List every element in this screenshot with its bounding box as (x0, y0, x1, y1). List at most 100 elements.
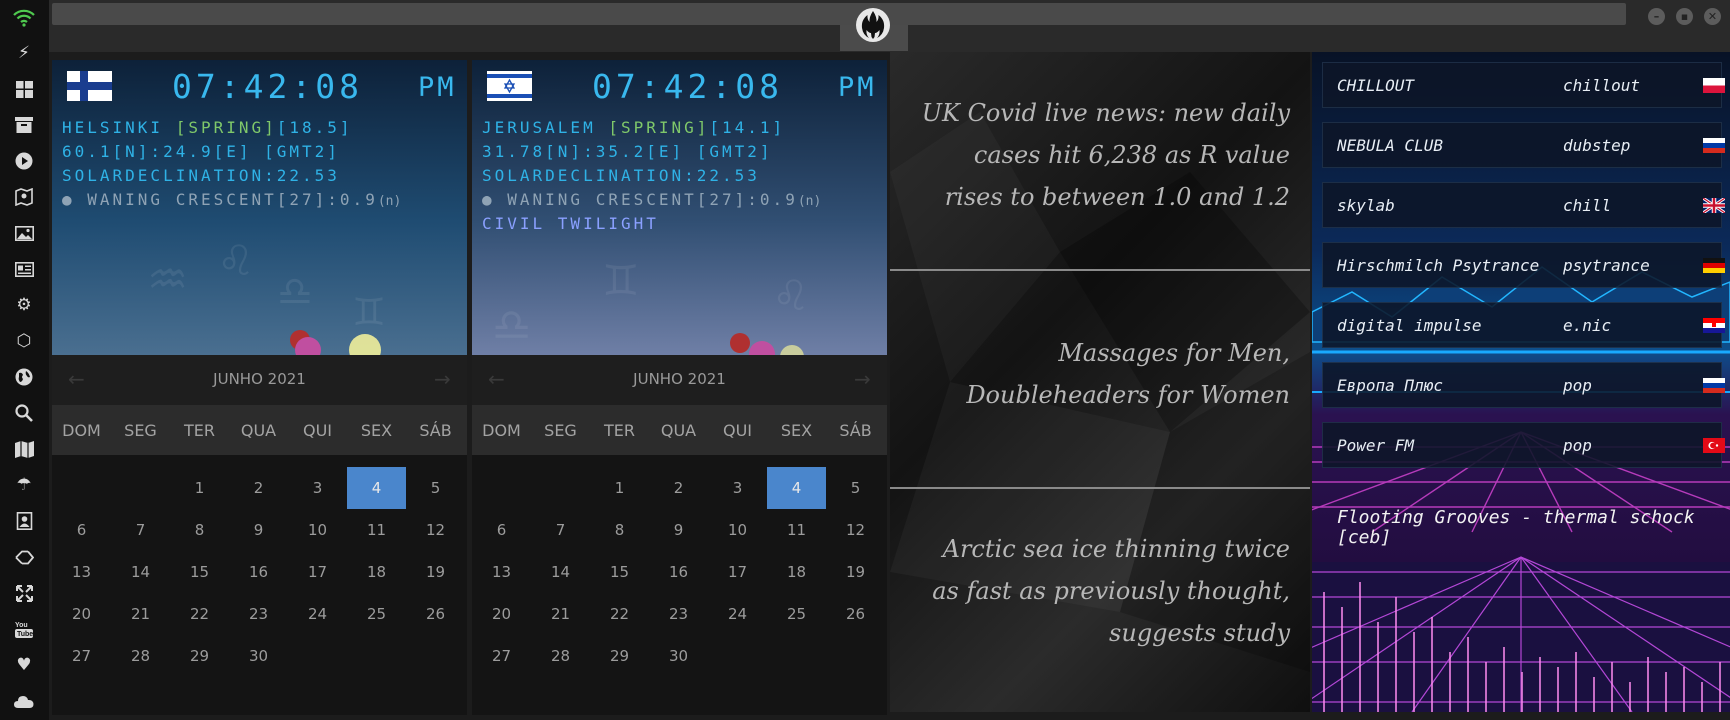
calendar-day-selected[interactable]: 4 (767, 467, 826, 509)
map-icon[interactable] (12, 437, 36, 461)
calendar-day[interactable]: 10 (288, 509, 347, 551)
calendar-day[interactable]: 20 (472, 593, 531, 635)
umbrella-icon[interactable]: ☂ (12, 473, 36, 497)
maximize-button[interactable]: ▪ (1676, 8, 1693, 25)
lightning-icon[interactable]: ⚡ (12, 41, 36, 65)
archive-icon[interactable] (12, 113, 36, 137)
calendar-day[interactable]: 1 (170, 467, 229, 509)
calendar-day[interactable]: 12 (826, 509, 885, 551)
calendar-day[interactable]: 21 (531, 593, 590, 635)
cloud-icon[interactable] (12, 689, 36, 713)
calendar-day[interactable]: 6 (472, 509, 531, 551)
calendar-day[interactable]: 22 (590, 593, 649, 635)
news-headline[interactable]: Arctic sea ice thinning twice as fast as… (910, 528, 1290, 654)
settings-gear-icon[interactable]: ⚙ (12, 293, 36, 317)
news-headline[interactable]: UK Covid live news: new daily cases hit … (910, 92, 1290, 218)
calendar-day[interactable]: 7 (111, 509, 170, 551)
calendar-day[interactable]: 11 (767, 509, 826, 551)
calendar-day[interactable]: 3 (288, 467, 347, 509)
next-month-arrow-icon[interactable]: → (854, 367, 871, 391)
tag-icon[interactable] (12, 545, 36, 569)
wifi-icon[interactable] (12, 6, 36, 30)
calendar-day[interactable]: 28 (531, 635, 590, 677)
calendar-day[interactable]: 12 (406, 509, 465, 551)
close-button[interactable]: ✕ (1704, 8, 1721, 25)
calendar-day[interactable]: 28 (111, 635, 170, 677)
calendar-day[interactable]: 7 (531, 509, 590, 551)
turkey-flag-icon (1703, 438, 1725, 453)
contacts-icon[interactable] (12, 509, 36, 533)
youtube-icon[interactable]: You Tube (12, 617, 36, 641)
radio-station-item[interactable]: NEBULA CLUB dubstep (1322, 122, 1725, 168)
calendar-day[interactable]: 8 (170, 509, 229, 551)
calendar-day[interactable]: 22 (170, 593, 229, 635)
expand-icon[interactable] (12, 581, 36, 605)
calendar-day[interactable]: 14 (531, 551, 590, 593)
calendar-day[interactable]: 9 (649, 509, 708, 551)
calendar-day[interactable]: 5 (826, 467, 885, 509)
calendar-day[interactable]: 21 (111, 593, 170, 635)
calendar-day[interactable]: 16 (649, 551, 708, 593)
calendar-day[interactable]: 27 (52, 635, 111, 677)
radio-station-item[interactable]: Hirschmilch Psytrance psytrance (1322, 242, 1725, 288)
calendar-day[interactable]: 9 (229, 509, 288, 551)
search-icon[interactable] (12, 401, 36, 425)
calendar-day[interactable]: 29 (170, 635, 229, 677)
calendar-day[interactable]: 14 (111, 551, 170, 593)
radio-station-item[interactable]: skylab chill (1322, 182, 1725, 228)
calendar-day[interactable]: 26 (826, 593, 885, 635)
calendar-day[interactable]: 2 (229, 467, 288, 509)
calendar-day[interactable]: 23 (229, 593, 288, 635)
radio-station-item[interactable]: Power FM pop (1322, 422, 1725, 468)
image-icon[interactable] (12, 221, 36, 245)
calendar-day[interactable]: 2 (649, 467, 708, 509)
radio-station-item[interactable]: CHILLOUT chillout (1322, 62, 1725, 108)
minimize-button[interactable]: – (1648, 8, 1665, 25)
calendar-day[interactable]: 11 (347, 509, 406, 551)
calendar-day[interactable]: 6 (52, 509, 111, 551)
calendar-day[interactable]: 18 (347, 551, 406, 593)
calendar-day[interactable]: 23 (649, 593, 708, 635)
calendar-day[interactable]: 13 (472, 551, 531, 593)
zodiac-glyph: ♊ (602, 256, 640, 305)
calendar-day[interactable]: 26 (406, 593, 465, 635)
astro-decoration: ♒ ♌ ♎ ♊ (147, 236, 386, 355)
weekday-label: SEG (544, 421, 577, 440)
rebel-alliance-logo-icon[interactable] (855, 7, 891, 43)
radio-station-item[interactable]: digital impulse e.nic (1322, 302, 1725, 348)
calendar-day[interactable]: 5 (406, 467, 465, 509)
play-icon[interactable] (12, 149, 36, 173)
windows-icon[interactable] (12, 77, 36, 101)
calendar-day[interactable]: 13 (52, 551, 111, 593)
calendar-day[interactable]: 8 (590, 509, 649, 551)
calendar-day[interactable]: 17 (708, 551, 767, 593)
calendar-day[interactable]: 20 (52, 593, 111, 635)
calendar-day[interactable]: 30 (229, 635, 288, 677)
calendar-day[interactable]: 17 (288, 551, 347, 593)
news-headline[interactable]: Massages for Men, Doubleheaders for Wome… (910, 332, 1290, 416)
globe-icon[interactable] (12, 365, 36, 389)
map-book-icon[interactable] (12, 185, 36, 209)
calendar-day[interactable]: 18 (767, 551, 826, 593)
calendar-day[interactable]: 27 (472, 635, 531, 677)
calendar-day[interactable]: 1 (590, 467, 649, 509)
calendar-day[interactable]: 19 (826, 551, 885, 593)
calendar-day[interactable]: 24 (288, 593, 347, 635)
calendar-day[interactable]: 29 (590, 635, 649, 677)
calendar-day[interactable]: 15 (590, 551, 649, 593)
calendar-day[interactable]: 15 (170, 551, 229, 593)
calendar-day[interactable]: 25 (347, 593, 406, 635)
calendar-day[interactable]: 16 (229, 551, 288, 593)
calendar-day[interactable]: 19 (406, 551, 465, 593)
news-icon[interactable] (12, 257, 36, 281)
hexagon-icon[interactable]: ⬡ (12, 329, 36, 353)
calendar-day-selected[interactable]: 4 (347, 467, 406, 509)
radio-station-item[interactable]: Европа Плюс pop (1322, 362, 1725, 408)
calendar-day[interactable]: 3 (708, 467, 767, 509)
calendar-day[interactable]: 10 (708, 509, 767, 551)
next-month-arrow-icon[interactable]: → (434, 367, 451, 391)
calendar-day[interactable]: 25 (767, 593, 826, 635)
heart-icon[interactable]: ♥ (12, 653, 36, 677)
calendar-day[interactable]: 30 (649, 635, 708, 677)
calendar-day[interactable]: 24 (708, 593, 767, 635)
